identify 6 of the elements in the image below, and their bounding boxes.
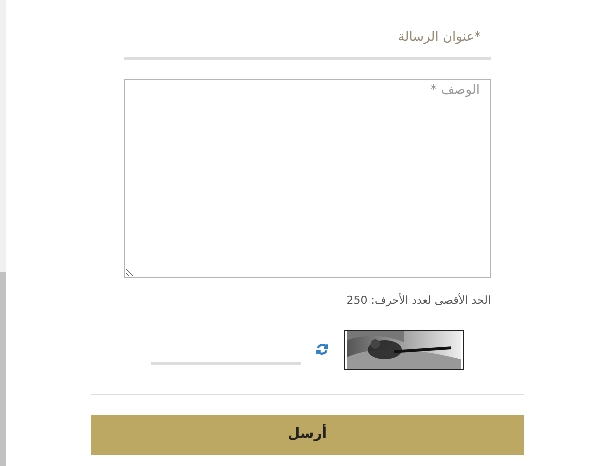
subject-field[interactable]: *عنوان الرسالة [124, 26, 491, 60]
character-limit-text: الحد الأقصى لعدد الأحرف: 250 [346, 293, 491, 309]
scrollbar[interactable] [0, 0, 6, 466]
submit-button[interactable]: أرسل [91, 414, 524, 454]
description-field[interactable]: الوصف * [124, 79, 491, 278]
refresh-icon[interactable] [316, 343, 329, 356]
